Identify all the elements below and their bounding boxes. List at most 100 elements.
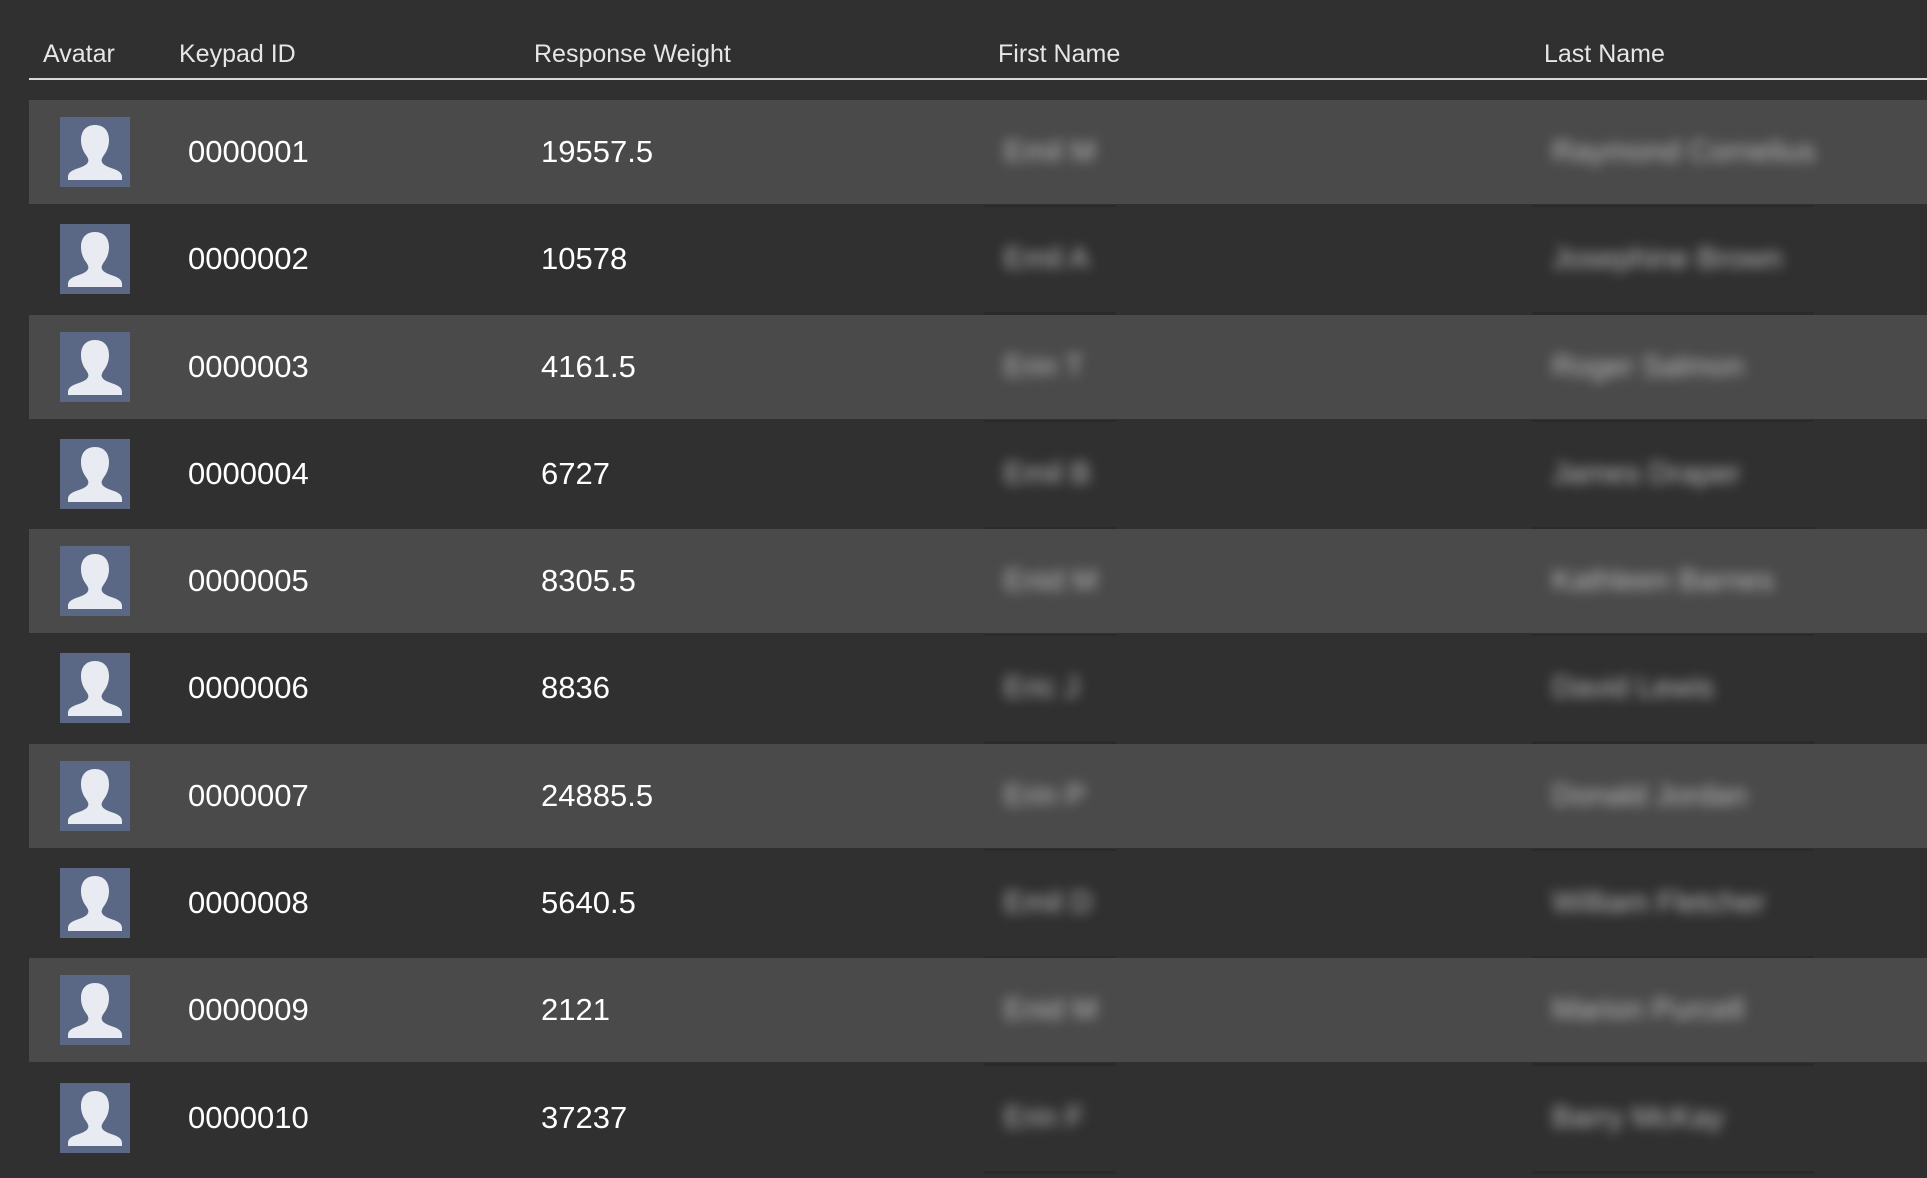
first-name-text: Erin P — [1004, 778, 1086, 812]
first-name-text: Emil M — [1004, 135, 1096, 168]
first-name-cell[interactable]: Erin P — [984, 744, 1116, 852]
first-name-cell[interactable]: Emil A — [984, 207, 1116, 316]
table-header: Avatar Keypad ID Response Weight First N… — [29, 0, 1927, 80]
first-name-cell[interactable]: Emil D — [984, 851, 1116, 960]
last-name-text: Donald Jordan — [1552, 778, 1748, 812]
last-name-underline — [1532, 1170, 1814, 1174]
last-name-cell[interactable]: David Lewis — [1532, 636, 1814, 745]
first-name-underline — [984, 1170, 1116, 1174]
first-name-text: Erin T — [1004, 349, 1084, 383]
participant-list: Avatar Keypad ID Response Weight First N… — [0, 0, 1927, 1178]
last-name-cell[interactable]: Donald Jordan — [1532, 744, 1814, 852]
first-name-text: Emil B — [1004, 456, 1091, 490]
table-row[interactable]: 0000003 4161.5 Erin T Roger Salmon — [29, 314, 1927, 423]
column-header-keypad-id[interactable]: Keypad ID — [179, 40, 296, 69]
keypad-id-cell: 0000005 — [188, 563, 309, 599]
table-row[interactable]: 0000008 5640.5 Emil D William Fletcher — [29, 851, 1927, 960]
first-name-cell[interactable]: Eric J — [984, 636, 1116, 745]
avatar — [60, 438, 130, 509]
table-row[interactable]: 0000005 8305.5 Enid M Kathleen Barnes — [29, 529, 1927, 638]
person-silhouette-icon — [68, 1090, 122, 1146]
first-name-text: Eric J — [1004, 671, 1079, 705]
last-name-cell[interactable]: James Draper — [1532, 422, 1814, 530]
column-header-avatar[interactable]: Avatar — [43, 40, 115, 69]
last-name-text: William Fletcher — [1552, 886, 1766, 920]
last-name-cell[interactable]: William Fletcher — [1532, 851, 1814, 960]
last-name-cell[interactable]: Josephine Brown — [1532, 207, 1814, 316]
table-row[interactable]: 0000006 8836 Eric J David Lewis — [29, 636, 1927, 745]
response-weight-cell: 10578 — [541, 241, 628, 277]
response-weight-cell: 8836 — [541, 670, 610, 706]
person-silhouette-icon — [68, 125, 122, 180]
last-name-text: Josephine Brown — [1552, 242, 1783, 276]
keypad-id-cell: 0000002 — [188, 241, 309, 277]
table-row[interactable]: 0000010 37237 Erin F Barry McKay — [29, 1065, 1927, 1174]
avatar — [60, 868, 130, 939]
avatar — [60, 1082, 130, 1153]
keypad-id-cell: 0000007 — [188, 777, 309, 813]
keypad-id-cell: 0000004 — [188, 455, 309, 491]
first-name-text: Emil D — [1004, 886, 1093, 920]
first-name-text: Enid M — [1004, 564, 1098, 598]
avatar — [60, 117, 130, 187]
person-silhouette-icon — [68, 876, 122, 932]
person-silhouette-icon — [68, 768, 122, 824]
avatar — [60, 224, 130, 295]
response-weight-cell: 4161.5 — [541, 348, 636, 384]
first-name-cell[interactable]: Erin T — [984, 315, 1116, 423]
keypad-id-cell: 0000009 — [188, 992, 309, 1028]
last-name-text: James Draper — [1552, 456, 1741, 490]
avatar — [60, 331, 130, 402]
response-weight-cell: 2121 — [541, 992, 610, 1028]
avatar — [60, 653, 130, 724]
last-name-text: Raymond Cornelius — [1552, 135, 1816, 168]
avatar — [60, 760, 130, 831]
first-name-text: Enid M — [1004, 993, 1098, 1027]
last-name-text: Barry McKay — [1552, 1100, 1724, 1134]
column-header-first-name[interactable]: First Name — [998, 40, 1120, 69]
first-name-cell[interactable]: Enid M — [984, 958, 1116, 1067]
person-silhouette-icon — [68, 661, 122, 717]
person-silhouette-icon — [68, 983, 122, 1039]
last-name-text: Kathleen Barnes — [1552, 564, 1774, 598]
response-weight-cell: 37237 — [541, 1099, 628, 1135]
response-weight-cell: 8305.5 — [541, 563, 636, 599]
last-name-text: Roger Salmon — [1552, 349, 1744, 383]
table-row[interactable]: 0000007 24885.5 Erin P Donald Jordan — [29, 743, 1927, 852]
keypad-id-cell: 0000003 — [188, 348, 309, 384]
table-row[interactable]: 0000009 2121 Enid M Marion Purcell — [29, 958, 1927, 1067]
keypad-id-cell: 0000010 — [188, 1099, 309, 1135]
last-name-cell[interactable]: Marion Purcell — [1532, 958, 1814, 1067]
table-body: 0000001 19557.5 Emil M Raymond Cornelius… — [29, 100, 1927, 1174]
first-name-text: Erin F — [1004, 1100, 1085, 1134]
column-header-response-weight[interactable]: Response Weight — [534, 40, 731, 69]
table-row[interactable]: 0000004 6727 Emil B James Draper — [29, 421, 1927, 530]
avatar — [60, 975, 130, 1046]
first-name-cell[interactable]: Emil M — [984, 100, 1116, 208]
keypad-id-cell: 0000008 — [188, 885, 309, 921]
last-name-cell[interactable]: Roger Salmon — [1532, 315, 1814, 423]
avatar — [60, 546, 130, 617]
table-row[interactable]: 0000002 10578 Emil A Josephine Brown — [29, 207, 1927, 316]
person-silhouette-icon — [68, 232, 122, 288]
first-name-cell[interactable]: Enid M — [984, 529, 1116, 638]
response-weight-cell: 24885.5 — [541, 777, 654, 813]
last-name-cell[interactable]: Raymond Cornelius — [1532, 100, 1816, 208]
column-header-last-name[interactable]: Last Name — [1544, 40, 1665, 69]
last-name-text: David Lewis — [1552, 671, 1714, 705]
last-name-cell[interactable]: Barry McKay — [1532, 1066, 1814, 1174]
keypad-id-cell: 0000001 — [188, 134, 309, 169]
first-name-text: Emil A — [1004, 242, 1090, 276]
first-name-cell[interactable]: Emil B — [984, 422, 1116, 530]
person-silhouette-icon — [68, 339, 122, 395]
person-silhouette-icon — [68, 446, 122, 502]
table-row[interactable]: 0000001 19557.5 Emil M Raymond Cornelius — [29, 100, 1927, 208]
last-name-cell[interactable]: Kathleen Barnes — [1532, 529, 1814, 638]
keypad-id-cell: 0000006 — [188, 670, 309, 706]
first-name-cell[interactable]: Erin F — [984, 1066, 1116, 1174]
last-name-text: Marion Purcell — [1552, 993, 1744, 1027]
response-weight-cell: 5640.5 — [541, 885, 636, 921]
person-silhouette-icon — [68, 554, 122, 610]
response-weight-cell: 19557.5 — [541, 134, 654, 169]
response-weight-cell: 6727 — [541, 455, 610, 491]
